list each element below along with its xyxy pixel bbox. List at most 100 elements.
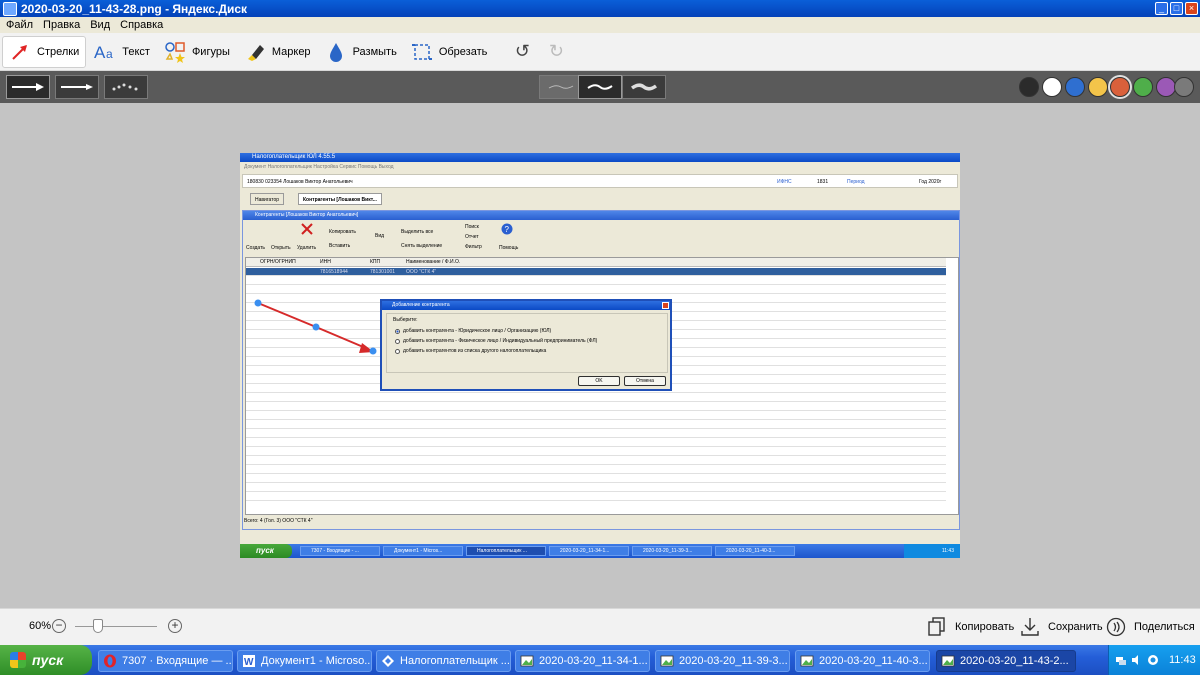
redo-icon[interactable]: ↻ <box>545 41 567 63</box>
taskbar-item-word[interactable]: W Документ1 - Microso... <box>237 650 372 672</box>
color-swatch-green[interactable] <box>1133 77 1153 97</box>
system-tray: 11:43 <box>1108 645 1200 675</box>
tool-crop[interactable]: Обрезать <box>405 36 494 68</box>
volume-icon[interactable] <box>1131 654 1143 666</box>
taskbar-item-image[interactable]: 2020-03-20_11-39-3... <box>655 650 790 672</box>
tool-arrows[interactable]: Стрелки <box>2 35 87 68</box>
word-icon: W <box>242 654 256 668</box>
undo-icon[interactable]: ↺ <box>511 41 533 63</box>
color-swatch-blue[interactable] <box>1065 77 1085 97</box>
shot-task-item: 2020-03-20_11-40-3... <box>715 546 795 556</box>
color-swatch-purple[interactable] <box>1156 77 1176 97</box>
arrow-style-solid[interactable] <box>6 75 50 99</box>
save-label: Сохранить <box>1048 621 1103 633</box>
start-label: пуск <box>32 652 64 668</box>
taskbar-item-label: 2020-03-20_11-43-2... <box>960 655 1069 667</box>
window-title: 2020-03-20_11-43-28.png - Яндекс.Диск <box>21 1 248 16</box>
arrow-icon <box>9 41 31 63</box>
windows-logo-icon <box>10 652 26 668</box>
image-icon <box>660 654 674 668</box>
menu-help[interactable]: Справка <box>120 19 163 31</box>
taskbar-item-label: 2020-03-20_11-40-3... <box>819 655 928 667</box>
marker-icon <box>244 41 266 63</box>
start-button[interactable]: пуск <box>0 645 92 675</box>
shot-start-button: пуск <box>240 544 292 558</box>
zoom-out-button[interactable]: − <box>52 619 66 633</box>
image-icon <box>520 654 534 668</box>
tool-shapes[interactable]: Фигуры <box>158 36 236 68</box>
shot-task-item: Документ1 - Micros... <box>383 546 463 556</box>
copy-icon <box>927 617 947 637</box>
yandex-disk-icon <box>3 1 17 16</box>
clock: 11:43 <box>1169 654 1196 666</box>
taskbar-item-image[interactable]: 2020-03-20_11-34-1... <box>515 650 650 672</box>
close-button[interactable]: × <box>1185 2 1198 15</box>
stroke-medium[interactable] <box>578 75 622 99</box>
menu-edit[interactable]: Правка <box>43 19 80 31</box>
annotation-arrow[interactable] <box>240 153 960 558</box>
copy-button[interactable]: Копировать <box>927 617 1014 637</box>
tool-marker-label: Маркер <box>271 45 311 58</box>
taskbar-item-label: Документ1 - Microso... <box>261 655 372 667</box>
share-icon <box>1106 617 1126 637</box>
menu-file[interactable]: Файл <box>6 19 33 31</box>
shot-task-item: 2020-03-20_11-39-3... <box>632 546 712 556</box>
taskbar-item-label: 2020-03-20_11-34-1... <box>539 655 648 667</box>
stroke-thick[interactable] <box>622 75 666 99</box>
tray-app-icon[interactable] <box>1147 654 1159 666</box>
color-swatch-yellow[interactable] <box>1088 77 1108 97</box>
tool-arrows-label: Стрелки <box>37 45 80 58</box>
svg-text:A: A <box>94 43 106 62</box>
taxpayer-icon <box>381 654 395 668</box>
shapes-icon <box>164 41 186 63</box>
windows-taskbar: пуск 7307 · Входящие — ... W Документ1 -… <box>0 645 1200 675</box>
tool-crop-label: Обрезать <box>438 45 488 58</box>
copy-label: Копировать <box>955 621 1015 633</box>
tool-blur[interactable]: Размыть <box>319 36 403 68</box>
zoom-level: 60% <box>29 620 52 632</box>
tool-blur-label: Размыть <box>352 45 397 58</box>
maximize-button[interactable]: □ <box>1170 2 1183 15</box>
share-label: Поделиться <box>1134 621 1195 633</box>
shot-task-item: 2020-03-20_11-34-1... <box>549 546 629 556</box>
zoom-in-button[interactable]: + <box>168 619 182 633</box>
text-icon: Aa <box>94 41 116 63</box>
color-swatch-white[interactable] <box>1042 77 1062 97</box>
shot-task-item: Налогоплательщик ... <box>466 546 546 556</box>
taskbar-item-image[interactable]: 2020-03-20_11-40-3... <box>795 650 930 672</box>
tool-text-label: Текст <box>122 45 150 58</box>
editor-toolbar: Стрелки Aa Текст Фигуры Маркер Размыть О… <box>0 33 1200 71</box>
taskbar-item-image-active[interactable]: 2020-03-20_11-43-2... <box>936 650 1076 672</box>
svg-text:a: a <box>106 47 113 61</box>
minimize-button[interactable]: _ <box>1155 2 1168 15</box>
tool-text[interactable]: Aa Текст <box>88 36 156 68</box>
svg-text:W: W <box>244 657 254 668</box>
editor-canvas: Налогоплательщик ЮЛ 4.55.5 Документ Нало… <box>0 103 1200 608</box>
taskbar-item-taxpayer[interactable]: Налогоплательщик ... <box>376 650 511 672</box>
color-swatch-orange[interactable] <box>1110 77 1130 97</box>
crop-icon <box>411 41 433 63</box>
network-icon[interactable] <box>1115 654 1127 666</box>
arrow-style-dotted[interactable] <box>104 75 148 99</box>
arrow-style-thin[interactable] <box>55 75 99 99</box>
menu-bar: Файл Правка Вид Справка <box>0 17 1200 33</box>
image-icon <box>941 654 955 668</box>
editor-bottom-bar: 60% − + Копировать Сохранить Поделиться <box>0 608 1200 645</box>
taskbar-item-opera[interactable]: 7307 · Входящие — ... <box>98 650 233 672</box>
save-button[interactable]: Сохранить <box>1020 617 1103 637</box>
download-icon <box>1020 617 1040 637</box>
tool-shapes-label: Фигуры <box>191 45 230 58</box>
window-title-bar: 2020-03-20_11-43-28.png - Яндекс.Диск _ … <box>0 0 1200 17</box>
color-swatch-black[interactable] <box>1019 77 1039 97</box>
tool-marker[interactable]: Маркер <box>238 36 317 68</box>
taskbar-item-label: Налогоплательщик ... <box>400 655 510 667</box>
shot-clock: 11:43 <box>904 544 960 558</box>
zoom-slider-track[interactable] <box>75 626 157 627</box>
stroke-thin[interactable] <box>539 75 583 99</box>
screenshot-image[interactable]: Налогоплательщик ЮЛ 4.55.5 Документ Нало… <box>240 153 960 558</box>
menu-view[interactable]: Вид <box>90 19 110 31</box>
shot-taskbar: пуск 7307 - Входящие - ... Документ1 - M… <box>240 544 960 558</box>
zoom-slider-handle[interactable] <box>93 619 103 633</box>
share-button[interactable]: Поделиться <box>1106 617 1195 637</box>
color-swatch-gray[interactable] <box>1174 77 1194 97</box>
